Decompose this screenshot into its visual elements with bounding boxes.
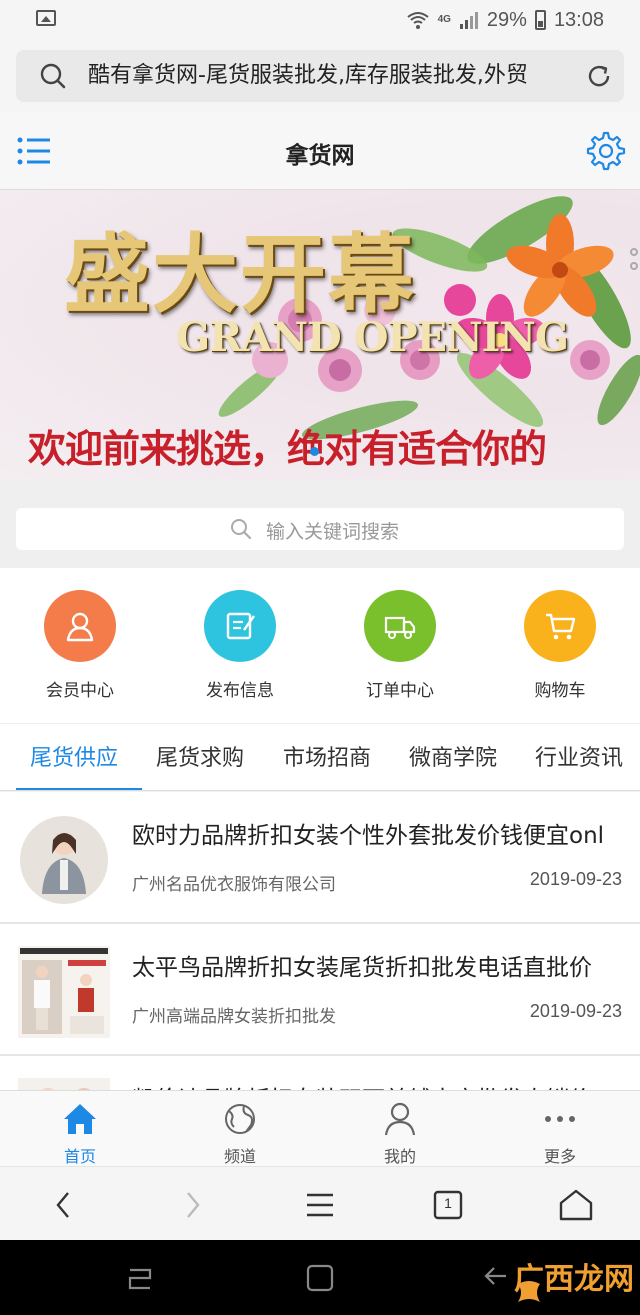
listing-list: 欧时力品牌折扣女装个性外套批发价钱便宜onl 广州名品优衣服饰有限公司 2019… (0, 792, 640, 1092)
quick-link-label: 购物车 (534, 681, 586, 701)
address-bar[interactable]: 酷有拿货网-尾货服装批发,库存服装批发,外贸 (16, 50, 624, 102)
nav-channel[interactable]: 频道 (160, 1099, 320, 1167)
list-item[interactable]: 欧时力品牌折扣女装个性外套批发价钱便宜onl 广州名品优衣服饰有限公司 2019… (0, 792, 640, 924)
active-tab-indicator (16, 788, 142, 790)
listing-date: 2019-09-23 (529, 869, 622, 889)
user-icon (44, 590, 116, 662)
listing-company: 广州名品优衣服饰有限公司 (132, 875, 336, 895)
system-home-icon[interactable] (304, 1262, 336, 1294)
tab-wechat-academy[interactable]: 微商学院 (409, 740, 497, 772)
nav-label: 更多 (543, 1147, 576, 1166)
carousel-indicator[interactable] (310, 447, 319, 456)
product-thumbnail (18, 814, 110, 906)
back-icon[interactable] (42, 1183, 86, 1227)
banner-headline: 盛大开幕 (64, 224, 416, 325)
home-icon (64, 1104, 96, 1134)
bottom-nav: 首页 频道 我的 更多 (0, 1090, 640, 1166)
listing-date: 2019-09-23 (529, 1001, 622, 1021)
listing-title: 欧时力品牌折扣女装个性外套批发价钱便宜onl (132, 823, 605, 849)
battery-percent: 29% (486, 8, 527, 31)
tab-surplus-supply[interactable]: 尾货供应 (30, 740, 118, 772)
recent-apps-icon[interactable] (124, 1262, 156, 1294)
forward-icon[interactable] (170, 1183, 214, 1227)
quick-link-label: 会员中心 (46, 681, 114, 701)
menu-lines-icon[interactable] (298, 1183, 342, 1227)
tab-market-investment[interactable]: 市场招商 (283, 740, 371, 772)
system-back-icon[interactable] (480, 1262, 512, 1294)
search-icon (231, 519, 252, 540)
browser-address-area: 酷有拿货网-尾货服装批发,库存服装批发,外贸 (0, 40, 640, 112)
more-icon (545, 1116, 575, 1122)
banner-welcome-text: 欢迎前来挑选，绝对有适合你的 (28, 427, 547, 471)
listing-company: 广州高端品牌女装折扣批发 (132, 1007, 336, 1027)
tab-surplus-wanted[interactable]: 尾货求购 (156, 740, 244, 772)
product-thumbnail (18, 946, 110, 1038)
quick-links: 会员中心 发布信息 订单中心 购物车 (0, 568, 640, 723)
status-bar: 4G 29% 13:08 (0, 0, 640, 40)
gear-icon[interactable] (586, 131, 626, 171)
nav-label: 我的 (383, 1147, 416, 1166)
quick-link-publish[interactable]: 发布信息 (160, 590, 320, 701)
page-title: 拿货网 (285, 143, 355, 169)
reload-icon[interactable] (586, 63, 612, 89)
quick-link-label: 发布信息 (206, 681, 274, 701)
quick-link-orders[interactable]: 订单中心 (320, 590, 480, 701)
network-type: 4G (437, 14, 451, 25)
clock: 13:08 (553, 8, 604, 31)
home-icon[interactable] (554, 1183, 598, 1227)
edge-handle-icon (630, 248, 638, 256)
wifi-icon (406, 12, 429, 29)
search-placeholder: 输入关键词搜索 (266, 521, 400, 543)
nav-home[interactable]: 首页 (0, 1099, 160, 1167)
edit-icon (204, 590, 276, 662)
image-notification-icon (36, 10, 56, 26)
person-icon (384, 1102, 416, 1136)
banner-subline: GRAND OPENING (176, 314, 569, 361)
tab-industry-news[interactable]: 行业资讯 (535, 740, 623, 772)
nav-label: 首页 (63, 1147, 96, 1166)
tabs-icon[interactable]: 1 (426, 1183, 470, 1227)
search-input[interactable]: 输入关键词搜索 (16, 508, 624, 550)
nav-label: 频道 (223, 1147, 256, 1166)
search-section: 输入关键词搜索 (0, 480, 640, 568)
search-icon (40, 63, 66, 89)
tab-count: 1 (444, 1195, 452, 1211)
listing-title: 太平鸟品牌折扣女装尾货折扣批发电话直批价 (132, 955, 592, 981)
watermark-logo-icon (518, 1281, 540, 1302)
globe-icon (225, 1104, 255, 1134)
watermark: 广西龙网 (514, 1254, 634, 1302)
quick-link-cart[interactable]: 购物车 (480, 590, 640, 701)
browser-toolbar: 1 (0, 1166, 640, 1240)
signal-icon (459, 12, 478, 29)
promo-banner[interactable]: 盛大开幕 GRAND OPENING 欢迎前来挑选，绝对有适合你的 (0, 190, 640, 480)
battery-icon (534, 10, 546, 30)
app-header: 拿货网 (0, 112, 640, 190)
system-nav-bar: 广西龙网 (0, 1240, 640, 1315)
truck-icon (364, 590, 436, 662)
nav-mine[interactable]: 我的 (320, 1099, 480, 1167)
list-item[interactable]: 凯伦诗品牌折扣女装双面羊绒大衣批发直销价 (0, 1056, 640, 1092)
page-title-url[interactable]: 酷有拿货网-尾货服装批发,库存服装批发,外贸 (88, 62, 568, 90)
quick-link-member-center[interactable]: 会员中心 (0, 590, 160, 701)
list-item[interactable]: 太平鸟品牌折扣女装尾货折扣批发电话直批价 广州高端品牌女装折扣批发 2019-0… (0, 924, 640, 1056)
nav-more[interactable]: 更多 (480, 1099, 640, 1167)
category-tabs: 尾货供应 尾货求购 市场招商 微商学院 行业资讯 (0, 723, 640, 791)
edge-handle-icon (630, 262, 638, 270)
quick-link-label: 订单中心 (366, 681, 434, 701)
cart-icon (524, 590, 596, 662)
